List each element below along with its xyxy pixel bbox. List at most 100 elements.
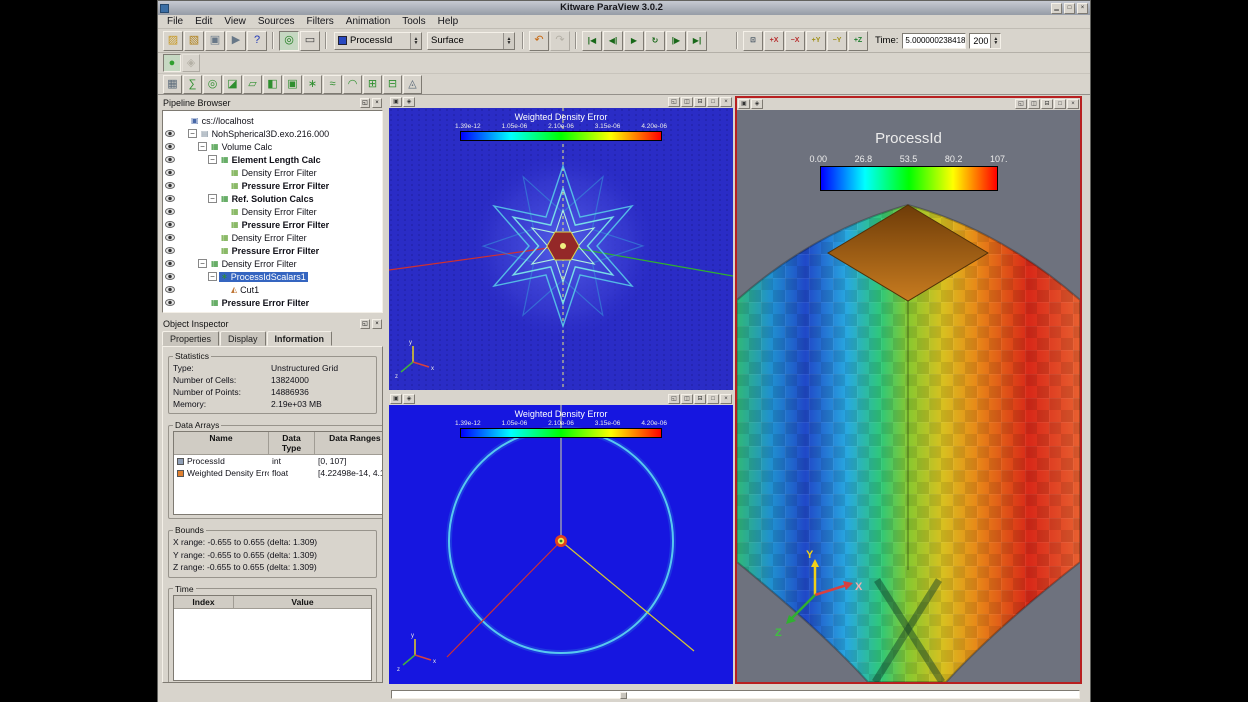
visibility-eye-icon[interactable]	[165, 286, 175, 293]
pipeline-item[interactable]: − ▦ Density Error Filter	[163, 166, 382, 179]
pick-center-icon[interactable]: ◈	[182, 54, 200, 72]
last-frame-icon[interactable]: ▶|	[687, 31, 707, 51]
next-frame-icon[interactable]: |▶	[666, 31, 686, 51]
pipeline-browser-header[interactable]: Pipeline Browser ◱×	[160, 96, 385, 109]
pipeline-item[interactable]: − ▣ cs://localhost	[163, 114, 382, 127]
close-view-icon[interactable]: ×	[720, 97, 732, 107]
tree-expander-icon[interactable]: −	[188, 129, 197, 138]
view-minus-y-icon[interactable]: −Y	[827, 31, 847, 51]
render-viewport-processid[interactable]: Y X Z ProcessId 0.0026.853.580.2107.	[737, 110, 1080, 682]
float-panel-icon[interactable]: ◱	[360, 319, 370, 329]
visibility-eye-icon[interactable]	[165, 208, 175, 215]
inspector-tab[interactable]: Information	[267, 331, 333, 346]
extract-subset-icon[interactable]: ▣	[283, 75, 302, 94]
inspector-tab[interactable]: Properties	[162, 331, 219, 346]
zoom-select-icon[interactable]: ◎	[279, 31, 299, 51]
menu-item[interactable]: Sources	[252, 15, 301, 28]
pipeline-item[interactable]: − ▦ Density Error Filter	[163, 257, 382, 270]
column-header[interactable]: Data Type	[269, 432, 315, 454]
undock-view-icon[interactable]: ◱	[668, 394, 680, 404]
undock-view-icon[interactable]: ◱	[668, 97, 680, 107]
open-file-icon[interactable]: ▨	[163, 31, 183, 51]
spreadsheet-view-icon[interactable]: ▦	[163, 75, 182, 94]
column-header[interactable]: Data Ranges	[315, 432, 383, 454]
minimize-icon[interactable]: ▁	[1051, 3, 1062, 14]
object-inspector-header[interactable]: Object Inspector ◱×	[160, 317, 385, 330]
visibility-eye-icon[interactable]	[165, 182, 175, 189]
save-animation-icon[interactable]: ▶	[226, 31, 246, 51]
slice-icon[interactable]: ▱	[243, 75, 262, 94]
first-frame-icon[interactable]: |◀	[582, 31, 602, 51]
center-axes-icon[interactable]: ●	[163, 54, 181, 72]
maximize-view-icon[interactable]: □	[707, 394, 719, 404]
visibility-eye-icon[interactable]	[165, 169, 175, 176]
column-header[interactable]: Name	[174, 432, 269, 454]
stream-tracer-icon[interactable]: ≈	[323, 75, 342, 94]
pipeline-item[interactable]: − ▦ Volume Calc	[163, 140, 382, 153]
visibility-eye-icon[interactable]	[165, 234, 175, 241]
reset-camera-icon[interactable]: ⊡	[743, 31, 763, 51]
pipeline-tree[interactable]: − ▣ cs://localhost − ▤ NohSpherical3D.ex…	[162, 110, 383, 313]
split-vertical-icon[interactable]: ⊟	[1041, 99, 1053, 109]
visibility-eye-icon[interactable]	[165, 260, 175, 267]
pipeline-item[interactable]: − ▦ Pressure Error Filter	[163, 218, 382, 231]
loop-icon[interactable]: ↻	[645, 31, 665, 51]
rubber-band-select-icon[interactable]: ▭	[300, 31, 320, 51]
pipeline-item[interactable]: − ▤ NohSpherical3D.exo.216.000	[163, 127, 382, 140]
float-panel-icon[interactable]: ◱	[360, 98, 370, 108]
visibility-eye-icon[interactable]	[165, 247, 175, 254]
tree-expander-icon[interactable]: −	[198, 142, 207, 151]
visibility-eye-icon[interactable]	[165, 273, 175, 280]
lookmark-icon[interactable]: ◈	[751, 99, 763, 109]
close-panel-icon[interactable]: ×	[372, 319, 382, 329]
time-step-spinner[interactable]: 200 ▲▼	[969, 33, 1001, 49]
tree-expander-icon[interactable]: −	[208, 272, 217, 281]
tree-expander-icon[interactable]: −	[208, 194, 217, 203]
menu-item[interactable]: Filters	[301, 15, 340, 28]
group-datasets-icon[interactable]: ⊞	[363, 75, 382, 94]
pipeline-item[interactable]: − ▦ Density Error Filter	[163, 231, 382, 244]
undock-view-icon[interactable]: ◱	[1015, 99, 1027, 109]
render-viewport-density-slice[interactable]: y x z Weighted Density Error 1.39e-121.0…	[389, 108, 733, 390]
contour-icon[interactable]: ◎	[203, 75, 222, 94]
titlebar[interactable]: Kitware ParaView 3.0.2 ▁□×	[158, 1, 1090, 15]
view-plus-y-icon[interactable]: +Y	[806, 31, 826, 51]
ungroup-icon[interactable]: ⊟	[383, 75, 402, 94]
probe-icon[interactable]: ◬	[403, 75, 422, 94]
close-view-icon[interactable]: ×	[720, 394, 732, 404]
save-screenshot-icon[interactable]: ▣	[205, 31, 225, 51]
menu-item[interactable]: View	[218, 15, 252, 28]
tree-expander-icon[interactable]: −	[198, 259, 207, 268]
visibility-eye-icon[interactable]	[165, 130, 175, 137]
visibility-eye-icon[interactable]	[165, 143, 175, 150]
view-plus-x-icon[interactable]: +X	[764, 31, 784, 51]
menu-item[interactable]: Help	[432, 15, 465, 28]
maximize-icon[interactable]: □	[1064, 3, 1075, 14]
split-vertical-icon[interactable]: ⊟	[694, 97, 706, 107]
play-icon[interactable]: ▶	[624, 31, 644, 51]
clip-icon[interactable]: ◪	[223, 75, 242, 94]
close-panel-icon[interactable]: ×	[372, 98, 382, 108]
spinner-arrows-icon[interactable]: ▲▼	[990, 34, 1000, 48]
previous-frame-icon[interactable]: ◀|	[603, 31, 623, 51]
pipeline-item[interactable]: − ▦ Density Error Filter	[163, 205, 382, 218]
split-horizontal-icon[interactable]: ◫	[681, 97, 693, 107]
maximize-view-icon[interactable]: □	[1054, 99, 1066, 109]
render-viewport-density-ring[interactable]: y x z Weighted Density Error 1.39e-121.0…	[389, 405, 733, 684]
visibility-eye-icon[interactable]	[165, 195, 175, 202]
view-minus-x-icon[interactable]: −X	[785, 31, 805, 51]
column-header[interactable]: Index	[174, 596, 234, 608]
column-header[interactable]: Value	[234, 596, 371, 608]
view-plus-z-icon[interactable]: +Z	[848, 31, 868, 51]
split-horizontal-icon[interactable]: ◫	[1028, 99, 1040, 109]
pipeline-item[interactable]: − ◭ Cut1	[163, 283, 382, 296]
camera-icon[interactable]: ▣	[738, 99, 750, 109]
pipeline-item[interactable]: − ▦ Pressure Error Filter	[163, 296, 382, 309]
progress-handle[interactable]	[620, 692, 627, 699]
camera-icon[interactable]: ▣	[390, 394, 402, 404]
lookmark-icon[interactable]: ◈	[403, 97, 415, 107]
close-view-icon[interactable]: ×	[1067, 99, 1079, 109]
color-by-select[interactable]: ProcessId ▲▼	[334, 32, 422, 50]
pipeline-item[interactable]: − ∗ ProcessIdScalars1	[163, 270, 382, 283]
undo-icon[interactable]: ↶	[529, 31, 549, 51]
